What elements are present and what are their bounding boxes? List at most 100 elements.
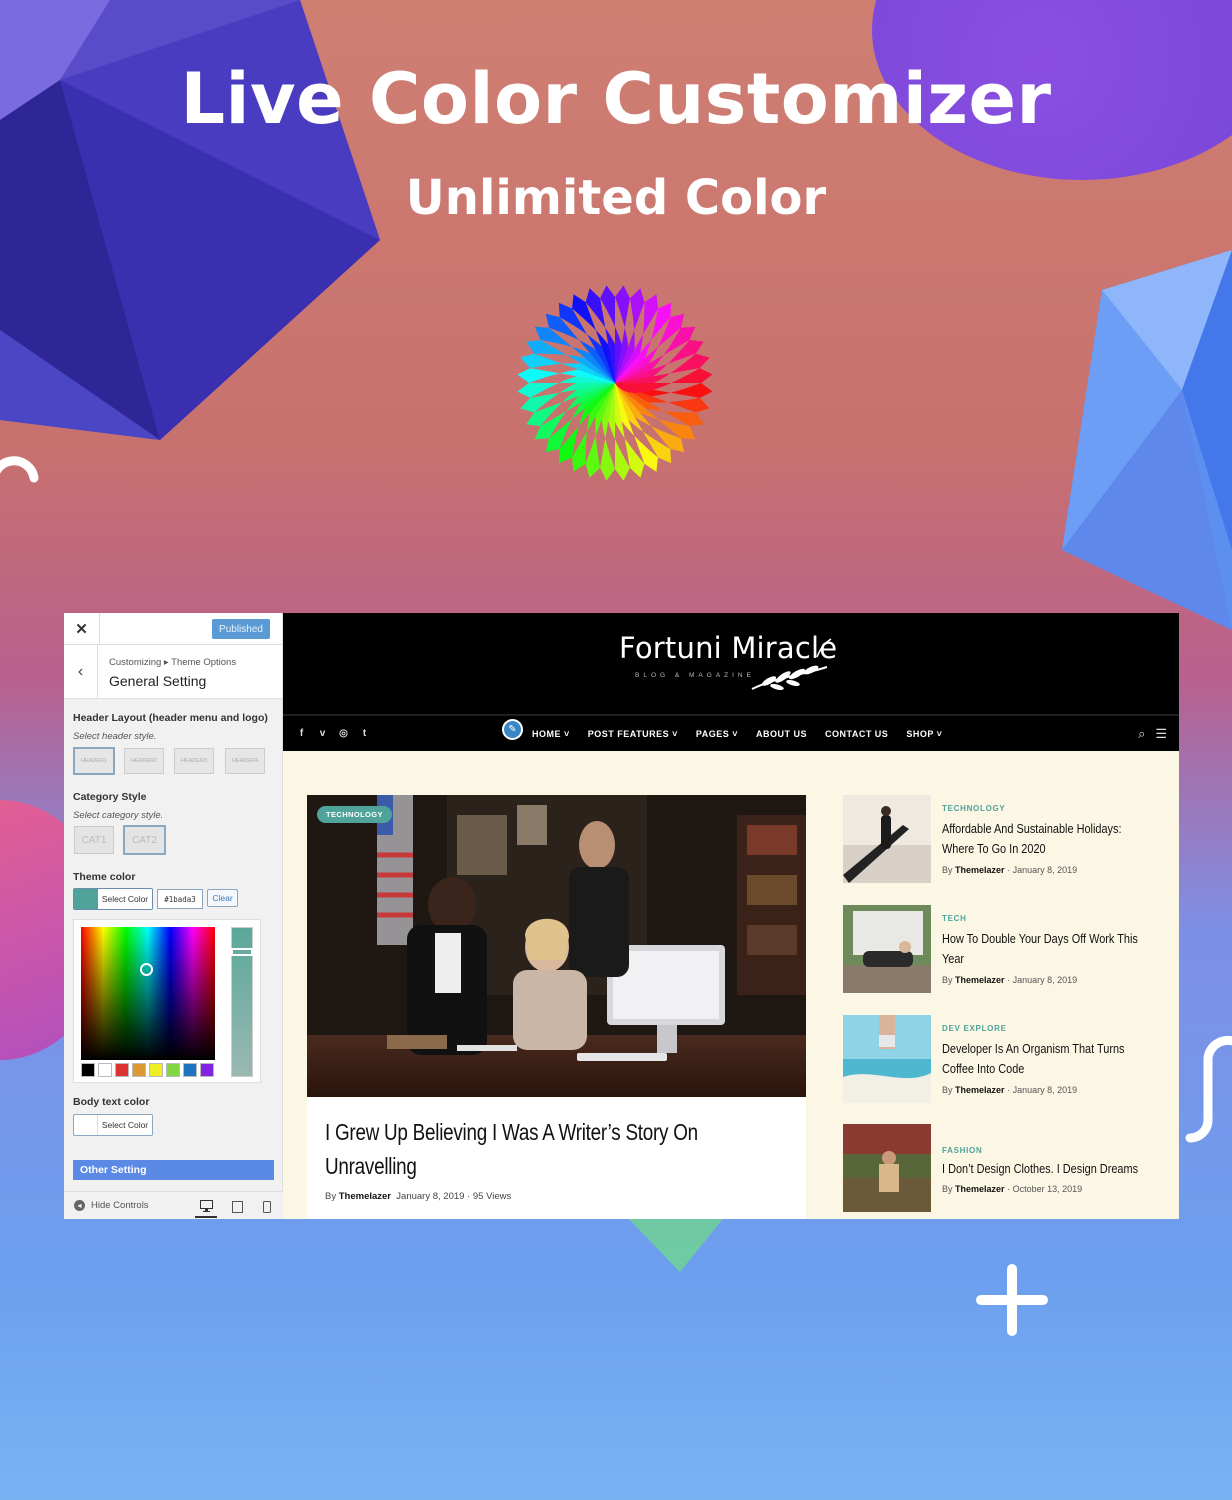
post-card[interactable]: FASHION I Don’t Design Clothes. I Design … (843, 1124, 1163, 1214)
menu-item[interactable]: HOME ˅ (532, 729, 570, 739)
saturation-field[interactable] (81, 927, 215, 1060)
featured-post[interactable]: TECHNOLOGY I Grew Up Believing I Was A W… (307, 795, 806, 1219)
by-label: By (942, 1085, 953, 1095)
post-title[interactable]: I Don’t Design Clothes. I Design Dreams (942, 1159, 1144, 1179)
palette-swatch[interactable] (183, 1063, 197, 1077)
pencil-icon[interactable]: ✎ (502, 719, 523, 740)
post-author[interactable]: Themelazer (955, 1085, 1005, 1095)
post-author[interactable]: Themelazer (955, 865, 1005, 875)
category-style-option-2[interactable]: CAT2 (123, 825, 166, 855)
main-menu: HOME ˅ POST FEATURES ˅ PAGES ˅ ABOUT US CONT… (532, 729, 942, 739)
post-category[interactable]: FASHION (942, 1146, 982, 1155)
featured-image[interactable]: TECHNOLOGY (307, 795, 806, 1097)
by-label: By (942, 865, 953, 875)
palette-swatch[interactable] (98, 1063, 112, 1077)
published-button[interactable]: Published (212, 619, 270, 639)
nav-tools: ⌕ ☰ (1138, 726, 1167, 742)
theme-color-hex-input[interactable]: #1bada3 (157, 889, 203, 909)
site-header: Fortuni Miracle BLOG & MAGAZINE (283, 613, 1179, 715)
color-palette (81, 1063, 214, 1077)
chevron-left-icon[interactable]: ‹ (64, 645, 98, 699)
body-text-color-select-button[interactable]: Select Color (73, 1114, 153, 1136)
category-style-option-1[interactable]: CAT1 (74, 826, 114, 854)
category-badge[interactable]: TECHNOLOGY (317, 806, 392, 823)
post-category[interactable]: DEV EXPLORE (942, 1024, 1007, 1033)
post-thumbnail[interactable] (843, 905, 931, 993)
close-icon[interactable]: ✕ (64, 613, 100, 645)
menu-item[interactable]: CONTACT US (825, 729, 888, 739)
post-thumbnail[interactable] (843, 1015, 931, 1103)
post-card[interactable]: DEV EXPLORE Developer Is An Organism That… (843, 1015, 1163, 1105)
post-thumbnail[interactable] (843, 795, 931, 883)
theme-color-swatch (74, 889, 98, 909)
triangle-shape (620, 1210, 730, 1272)
palette-swatch[interactable] (166, 1063, 180, 1077)
post-author[interactable]: Themelazer (955, 1184, 1005, 1194)
post-card[interactable]: TECH How To Double Your Days Off Work Thi… (843, 905, 1163, 995)
select-color-label: Select Color (101, 1120, 149, 1130)
palette-swatch[interactable] (132, 1063, 146, 1077)
desktop-icon[interactable] (195, 1196, 217, 1218)
tablet-icon[interactable] (226, 1196, 248, 1218)
by-label: By (942, 975, 953, 985)
header-style-option-4[interactable]: HEADER4 (225, 748, 265, 774)
menu-item[interactable]: PAGES ˅ (696, 729, 738, 739)
post-date: January 8, 2019 (1012, 1085, 1078, 1095)
post-card[interactable]: TECHNOLOGY Affordable And Sustainable Hol… (843, 795, 1163, 885)
header-style-option-2[interactable]: HEADER2 (124, 748, 164, 774)
menu-item[interactable]: POST FEATURES ˅ (588, 729, 678, 739)
clear-button[interactable]: Clear (207, 889, 238, 907)
by-label: By (942, 1184, 953, 1194)
customizer-topbar: ✕ Published (64, 613, 282, 645)
palette-swatch[interactable] (149, 1063, 163, 1077)
post-category[interactable]: TECH (942, 914, 967, 923)
category-style-label: Category Style (73, 791, 147, 803)
post-author[interactable]: Themelazer (955, 975, 1005, 985)
plus-icon (976, 1264, 1048, 1336)
palette-swatch[interactable] (115, 1063, 129, 1077)
post-category[interactable]: TECHNOLOGY (942, 804, 1005, 813)
twitter-icon[interactable]: t (359, 728, 370, 739)
section-title: General Setting (109, 673, 207, 689)
post-title[interactable]: Affordable And Sustainable Holidays: Wher… (942, 819, 1144, 859)
post-title-line-2: Where To Go In 2020 (942, 841, 1046, 856)
header-layout-hint: Select header style. (73, 731, 157, 742)
customizer-screenshot: ✕ Published ‹ Customizing ▸ Theme Option… (64, 613, 1179, 1219)
hue-slider-handle[interactable] (231, 948, 253, 956)
hide-controls-button[interactable]: ◂ Hide Controls (74, 1200, 149, 1211)
post-title[interactable]: Developer Is An Organism That Turns Coffe… (942, 1039, 1144, 1079)
post-meta: By Themelazer · January 8, 2019 (942, 975, 1078, 985)
breadcrumb: Customizing ▸ Theme Options (109, 657, 237, 668)
menu-item[interactable]: SHOP ˅ (906, 729, 942, 739)
search-icon[interactable]: ⌕ (1138, 726, 1145, 742)
color-wheel-icon (517, 285, 713, 481)
menu-item[interactable]: ABOUT US (756, 729, 807, 739)
collapse-icon: ◂ (74, 1200, 85, 1211)
post-author[interactable]: Themelazer (339, 1191, 391, 1202)
post-title[interactable]: How To Double Your Days Off Work This Yea… (942, 929, 1144, 969)
palette-swatch[interactable] (200, 1063, 214, 1077)
header-style-option-1[interactable]: HEADER1 (73, 747, 115, 775)
hue-slider[interactable] (231, 927, 253, 1077)
vimeo-icon[interactable]: v (317, 728, 328, 739)
body-text-color-label: Body text color (73, 1096, 150, 1108)
featured-post-title[interactable]: I Grew Up Believing I Was A Writer’s Sto… (325, 1115, 735, 1183)
instagram-icon[interactable]: ◎ (338, 728, 349, 739)
post-title-line-2: Coffee Into Code (942, 1061, 1025, 1076)
post-date: January 8, 2019 (1012, 975, 1078, 985)
other-setting-section[interactable]: Other Setting (73, 1160, 274, 1180)
post-thumbnail[interactable] (843, 1124, 931, 1212)
header-style-option-3[interactable]: HEADER3 (174, 748, 214, 774)
customizer-section-header: ‹ Customizing ▸ Theme Options General Se… (64, 645, 282, 699)
leaf-logo-icon (751, 638, 832, 691)
palette-swatch[interactable] (81, 1063, 95, 1077)
facebook-icon[interactable]: f (296, 728, 307, 739)
header-layout-label: Header Layout (header menu and logo) (73, 712, 268, 724)
post-title-line-1: Developer Is An Organism That Turns (942, 1041, 1125, 1056)
picker-handle[interactable] (140, 963, 153, 976)
hamburger-menu-icon[interactable]: ☰ (1155, 726, 1167, 742)
mobile-icon[interactable] (256, 1196, 278, 1218)
select-color-label: Select Color (101, 894, 149, 904)
category-style-hint: Select category style. (73, 810, 164, 821)
theme-color-select-button[interactable]: Select Color (73, 888, 153, 910)
